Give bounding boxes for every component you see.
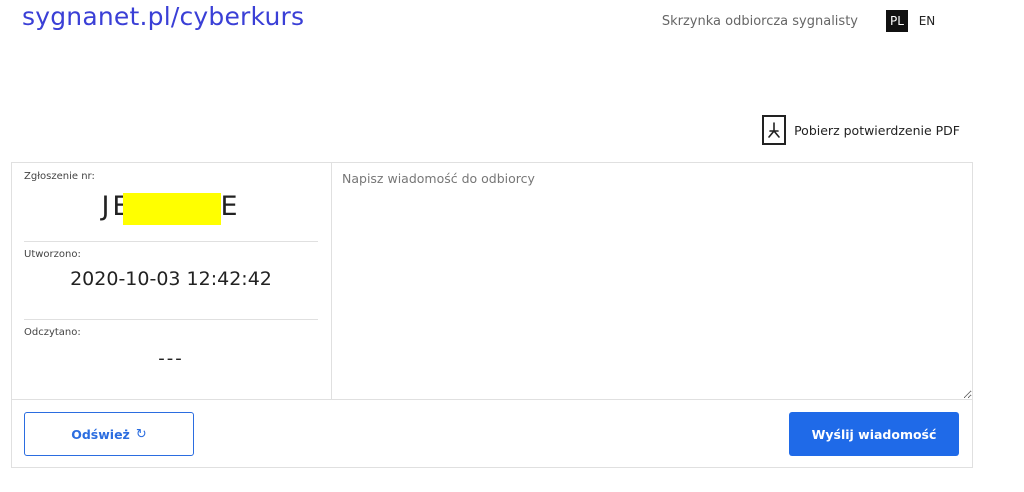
refresh-button[interactable]: Odśwież ↻ bbox=[24, 412, 194, 456]
language-en-button[interactable]: EN bbox=[916, 10, 938, 32]
report-number-label: Zgłoszenie nr: bbox=[24, 171, 95, 182]
refresh-icon: ↻ bbox=[135, 426, 147, 442]
message-input[interactable] bbox=[332, 163, 972, 399]
refresh-label: Odśwież bbox=[71, 426, 130, 442]
read-value: --- bbox=[158, 348, 184, 369]
report-number-section: Zgłoszenie nr: JE E bbox=[24, 171, 318, 242]
created-section: Utworzono: 2020-10-03 12:42:42 bbox=[24, 249, 318, 320]
inbox-link[interactable]: Skrzynka odbiorcza sygnalisty bbox=[662, 14, 858, 29]
language-pl-button[interactable]: PL bbox=[886, 10, 908, 32]
report-card: Zgłoszenie nr: JE E Utworzono: 2020-10-03… bbox=[11, 162, 973, 468]
pdf-icon bbox=[762, 115, 787, 145]
action-bar: Odśwież ↻ Wyślij wiadomość bbox=[12, 399, 972, 467]
top-navigation: Skrzynka odbiorcza sygnalisty PL EN bbox=[662, 10, 938, 32]
report-info-panel: Zgłoszenie nr: JE E Utworzono: 2020-10-03… bbox=[12, 163, 332, 399]
read-section: Odczytano: --- bbox=[24, 327, 318, 391]
created-label: Utworzono: bbox=[24, 249, 81, 260]
read-label: Odczytano: bbox=[24, 327, 81, 338]
redaction-block bbox=[123, 193, 222, 225]
download-pdf-link[interactable]: Pobierz potwierdzenie PDF bbox=[762, 115, 960, 145]
report-number-value: JE E bbox=[101, 191, 240, 225]
site-logo-link[interactable]: sygnanet.pl/cyberkurs bbox=[22, 2, 304, 31]
send-message-button[interactable]: Wyślij wiadomość bbox=[789, 412, 959, 456]
created-value: 2020-10-03 12:42:42 bbox=[70, 268, 272, 290]
download-pdf-label: Pobierz potwierdzenie PDF bbox=[794, 122, 960, 138]
